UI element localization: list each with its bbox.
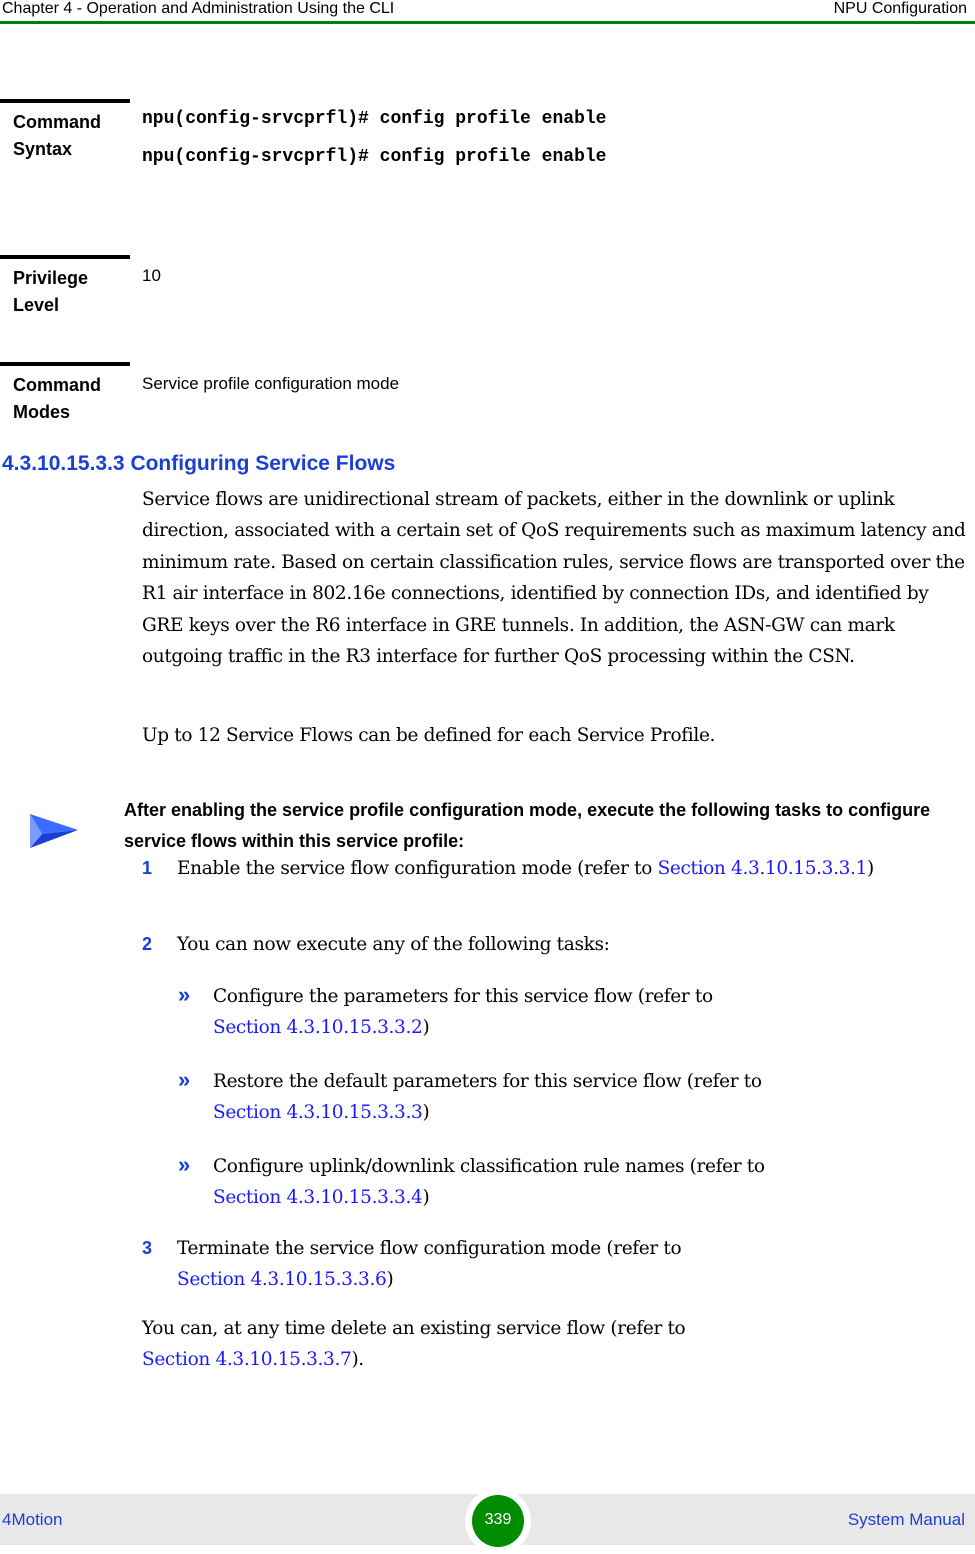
intro-paragraph: Service flows are unidirectional stream … xyxy=(142,489,966,668)
section-link[interactable]: Section 4.3.10.15.3.3.2 xyxy=(213,1017,423,1038)
section-link[interactable]: Section 4.3.10.15.3.3.3 xyxy=(213,1102,423,1123)
arrow-right-icon xyxy=(30,814,78,848)
header-rule xyxy=(0,21,975,24)
section-heading: 4.3.10.15.3.3 Configuring Service Flows xyxy=(2,452,396,475)
closing-paragraph: You can, at any time delete an existing … xyxy=(142,1318,686,1371)
syntax-line: npu(config-srvcprfl)# config profile ena… xyxy=(142,147,607,167)
privilege-level-row: Privilege Level 10 xyxy=(0,255,975,345)
row-divider xyxy=(0,99,130,103)
bullet-icon: » xyxy=(178,1152,190,1177)
step-number: 3 xyxy=(142,1238,152,1258)
command-modes-label: Command Modes xyxy=(13,375,102,422)
command-modes-value: Service profile configuration mode xyxy=(142,374,400,393)
command-modes-row: Command Modes Service profile configurat… xyxy=(0,362,975,432)
privilege-level-value: 10 xyxy=(142,266,161,285)
section-link[interactable]: Section 4.3.10.15.3.3.7 xyxy=(142,1349,352,1370)
privilege-level-label: Privilege Level xyxy=(13,268,89,315)
section-link[interactable]: Section 4.3.10.15.3.3.1 xyxy=(658,858,868,879)
section-link[interactable]: Section 4.3.10.15.3.3.4 xyxy=(213,1187,423,1208)
procedure-note: After enabling the service profile confi… xyxy=(124,800,931,851)
step-number: 1 xyxy=(142,858,152,878)
limit-paragraph: Up to 12 Service Flows can be defined fo… xyxy=(142,725,716,746)
page-header: Chapter 4 - Operation and Administration… xyxy=(0,0,975,24)
section-link[interactable]: Section 4.3.10.15.3.3.6 xyxy=(177,1269,387,1290)
section-title: NPU Configuration xyxy=(833,0,967,17)
chapter-title: Chapter 4 - Operation and Administration… xyxy=(2,0,395,17)
bullet-icon: » xyxy=(178,982,190,1007)
page-footer: 4Motion 339 System Manual xyxy=(0,1488,975,1554)
syntax-line: npu(config-srvcprfl)# config profile ena… xyxy=(142,109,607,129)
command-syntax-row: Command Syntax npu(config-srvcprfl)# con… xyxy=(0,99,975,239)
command-syntax-label: Command Syntax xyxy=(13,112,102,159)
step-number: 2 xyxy=(142,934,152,954)
page-number-badge: 339 xyxy=(472,1495,524,1547)
bullet-icon: » xyxy=(178,1067,190,1092)
row-divider xyxy=(0,255,130,259)
manual-name: System Manual xyxy=(847,1510,965,1529)
row-divider xyxy=(0,362,130,366)
product-name: 4Motion xyxy=(2,1510,63,1529)
